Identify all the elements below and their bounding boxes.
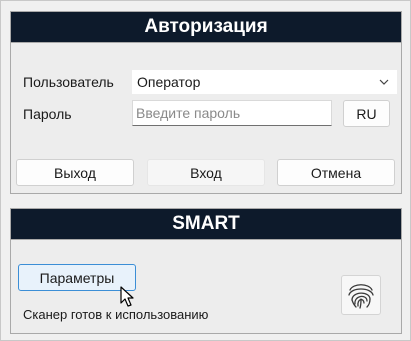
smart-body: Параметры Сканер готов к использованию — [11, 239, 401, 333]
chevron-down-icon — [379, 79, 389, 85]
smart-panel: SMART Параметры Сканер готов к использов… — [10, 208, 402, 334]
language-button[interactable]: RU — [343, 100, 390, 127]
smart-header: SMART — [11, 209, 401, 239]
cancel-button[interactable]: Отмена — [277, 159, 395, 186]
auth-body: Пользователь Оператор Пароль RU Выход Вх… — [11, 42, 401, 193]
user-select-value: Оператор — [137, 74, 201, 90]
fingerprint-button[interactable] — [341, 275, 381, 315]
password-label: Пароль — [23, 106, 72, 122]
login-button[interactable]: Вход — [147, 159, 265, 186]
mouse-cursor-icon — [120, 286, 134, 307]
auth-window: Авторизация Пользователь Оператор Пароль… — [0, 0, 411, 341]
auth-header: Авторизация — [11, 12, 401, 42]
params-button[interactable]: Параметры — [18, 264, 136, 291]
scanner-status: Сканер готов к использованию — [23, 307, 209, 322]
exit-button[interactable]: Выход — [16, 159, 134, 186]
password-input[interactable] — [132, 100, 332, 126]
fingerprint-icon — [348, 284, 374, 309]
user-select[interactable]: Оператор — [132, 70, 397, 94]
user-label: Пользователь — [23, 74, 114, 90]
auth-panel: Авторизация Пользователь Оператор Пароль… — [10, 11, 402, 194]
